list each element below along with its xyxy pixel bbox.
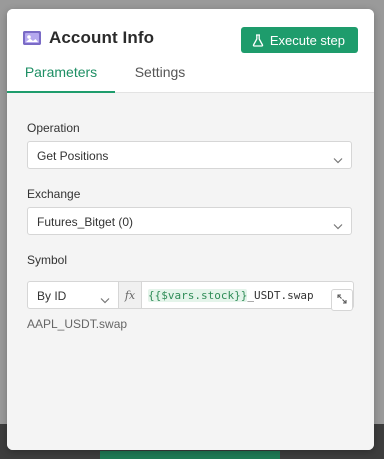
expression-suffix: _USDT.swap — [247, 289, 314, 302]
panel-tabs: Parameters Settings — [7, 64, 374, 93]
parameters-body: Operation Get Positions Exchange Futures… — [7, 93, 374, 450]
panel-header: Account Info Execute step Parameters Set… — [7, 9, 374, 93]
expression-variable: {{$vars.stock}} — [148, 289, 248, 302]
exchange-select[interactable]: Futures_Bitget (0) — [27, 207, 352, 235]
chevron-down-icon — [333, 217, 343, 235]
symbol-result-preview: AAPL_USDT.swap — [27, 317, 128, 331]
expand-icon — [337, 291, 347, 309]
chevron-down-icon — [100, 291, 110, 309]
operation-select[interactable]: Get Positions — [27, 141, 352, 169]
execute-step-button[interactable]: Execute step — [240, 27, 358, 53]
open-expression-editor-button[interactable] — [331, 289, 353, 311]
execute-step-label: Execute step — [269, 32, 345, 48]
chevron-down-icon — [333, 151, 343, 169]
expression-text: {{$vars.stock}}_USDT.swap — [148, 289, 314, 302]
account-card-icon — [23, 31, 41, 45]
tab-parameters[interactable]: Parameters — [7, 64, 115, 93]
expression-fx-icon: fx — [118, 281, 142, 309]
flask-icon — [252, 33, 264, 47]
symbol-field: By ID fx {{$vars.stock}}_USDT.swap — [27, 281, 354, 311]
symbol-mode-select[interactable]: By ID — [27, 281, 119, 309]
node-title: Account Info — [49, 28, 155, 47]
tab-settings[interactable]: Settings — [115, 64, 205, 91]
canvas-background-node — [100, 451, 280, 459]
operation-label: Operation — [27, 121, 80, 135]
symbol-label: Symbol — [27, 253, 68, 267]
node-parameters-panel: Account Info Execute step Parameters Set… — [7, 9, 374, 450]
symbol-expression-input[interactable]: {{$vars.stock}}_USDT.swap — [141, 281, 354, 311]
operation-value: Get Positions — [37, 149, 109, 163]
exchange-value: Futures_Bitget (0) — [37, 215, 134, 229]
exchange-label: Exchange — [27, 187, 81, 201]
symbol-mode-value: By ID — [37, 289, 67, 303]
